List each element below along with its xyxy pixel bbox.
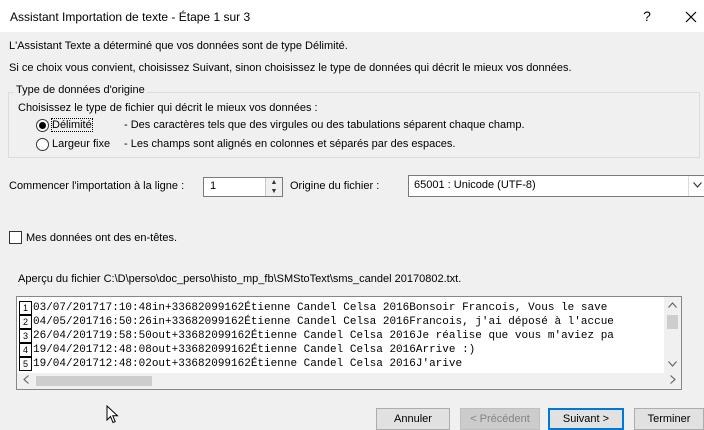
preview-horizontal-scrollbar[interactable] [17,373,681,389]
file-origin-label: Origine du fichier : [290,180,380,192]
scroll-down-icon[interactable] [664,356,681,373]
scroll-left-icon[interactable] [17,373,34,389]
row-text: 19/04/201712:48:08out+33682099162Étienne… [33,344,476,356]
next-button[interactable]: Suivant > [548,408,624,430]
close-button[interactable] [674,4,704,28]
chevron-down-icon[interactable] [688,176,704,196]
row-text: 04/05/201716:50:26in+33682099162Étienne … [33,316,614,328]
preview-row: 5 19/04/201712:48:02out+33682099162Étien… [17,357,681,371]
intro-line-1: L'Assistant Texte a déterminé que vos do… [9,40,348,52]
preview-row: 2 04/05/201716:50:26in+33682099162Étienn… [17,315,681,329]
start-row-value[interactable]: 1 [210,180,216,192]
row-number: 2 [19,315,32,329]
stepper-up-icon[interactable]: ▲ [266,178,282,187]
stepper-buttons: ▲ ▼ [265,178,282,196]
scroll-up-icon[interactable] [664,297,681,314]
preview-row: 4 19/04/201712:48:08out+33682099162Étien… [17,343,681,357]
row-text: 26/04/201719:58:50out+33682099162Étienne… [33,330,614,342]
row-number: 4 [19,343,32,357]
radio-fixed-width[interactable] [36,138,49,151]
previous-button[interactable]: < Précédent [460,408,540,430]
scroll-right-icon[interactable] [664,373,681,389]
window-title: Assistant Importation de texte - Étape 1… [10,10,251,24]
finish-button[interactable]: Terminer [634,408,704,430]
data-type-prompt: Choisissez le type de fichier qui décrit… [18,102,318,114]
radio-fixed-width-label[interactable]: Largeur fixe [52,138,110,150]
close-icon [685,11,697,23]
stepper-down-icon[interactable]: ▼ [266,187,282,196]
row-number: 5 [19,357,32,371]
radio-delimited[interactable] [36,119,49,132]
vertical-scroll-thumb[interactable] [667,315,678,329]
horizontal-scroll-thumb[interactable] [36,376,152,386]
intro-line-2: Si ce choix vous convient, choisissez Su… [9,62,572,74]
row-text: 19/04/201712:48:02out+33682099162Étienne… [33,358,463,370]
row-text: 03/07/201717:10:48in+33682099162Étienne … [33,302,608,314]
headers-checkbox-label[interactable]: Mes données ont des en-têtes. [26,232,177,244]
radio-delimited-label[interactable]: Délimité [51,118,93,132]
preview-rows: 1 03/07/201717:10:48in+33682099162Étienn… [17,297,681,373]
cancel-button[interactable]: Annuler [376,408,450,430]
preview-row: 3 26/04/201719:58:50out+33682099162Étien… [17,329,681,343]
row-number: 1 [19,301,32,315]
start-row-label: Commencer l'importation à la ligne : [9,180,185,192]
mouse-cursor-icon [106,404,120,428]
preview-vertical-scrollbar[interactable] [664,297,681,373]
file-origin-select[interactable]: 65001 : Unicode (UTF-8) [408,175,704,197]
headers-checkbox[interactable] [9,231,22,244]
row-number: 3 [19,329,32,343]
preview-caption: Aperçu du fichier C:\D\perso\doc_perso\h… [18,273,462,285]
start-row-stepper[interactable]: 1 ▲ ▼ [203,177,283,197]
radio-delimited-description: - Des caractères tels que des virgules o… [124,119,525,131]
title-bar: Assistant Importation de texte - Étape 1… [0,0,704,32]
radio-fixed-width-description: - Les champs sont alignés en colonnes et… [124,138,456,150]
help-button[interactable]: ? [630,4,664,28]
file-preview[interactable]: 1 03/07/201717:10:48in+33682099162Étienn… [16,296,682,390]
data-type-legend: Type de données d'origine [14,84,147,96]
file-origin-value[interactable]: 65001 : Unicode (UTF-8) [414,179,536,191]
preview-row: 1 03/07/201717:10:48in+33682099162Étienn… [17,301,681,315]
